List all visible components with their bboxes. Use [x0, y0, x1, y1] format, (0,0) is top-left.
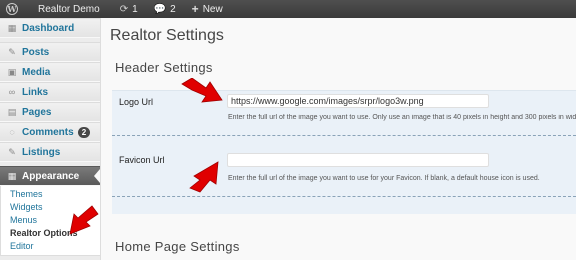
main-content: Realtor Settings Header Settings Logo Ur…: [101, 18, 576, 260]
media-icon: ▣: [7, 66, 17, 77]
favicon-url-label: Favicon Url: [119, 155, 165, 165]
new-label: New: [202, 3, 223, 15]
site-name: Realtor Demo: [38, 3, 100, 15]
menu-media[interactable]: ▣ Media: [0, 62, 100, 82]
field-divider: [112, 135, 576, 136]
menu-listings-label: Listings: [22, 146, 61, 158]
posts-icon: ✎: [8, 46, 16, 57]
menu-comments-label: Comments: [22, 126, 74, 138]
site-name-link[interactable]: Realtor Demo: [24, 0, 112, 18]
updates-icon: ⟳: [119, 3, 129, 15]
comments-link[interactable]: 💬 2: [146, 0, 184, 18]
field-divider: [112, 196, 576, 197]
menu-links-label: Links: [22, 86, 49, 98]
menu-appearance[interactable]: ▦ Appearance: [0, 166, 100, 186]
comments-menu-icon: ◌: [9, 127, 15, 137]
plus-icon: +: [191, 2, 199, 16]
menu-links[interactable]: ∞ Links: [0, 82, 100, 102]
comments-icon: 💬: [153, 3, 167, 15]
menu-media-label: Media: [22, 66, 51, 78]
menu-listings[interactable]: ✎ Listings: [0, 142, 100, 162]
pages-icon: ▤: [7, 106, 17, 117]
logo-url-label: Logo Url: [119, 97, 154, 107]
listings-icon: ✎: [8, 146, 16, 157]
links-icon: ∞: [8, 87, 16, 97]
arrow-annotation-icon: [189, 161, 219, 193]
updates-link[interactable]: ⟳ 1: [112, 0, 146, 18]
favicon-url-description: Enter the full url of the image you want…: [228, 175, 540, 182]
menu-posts-label: Posts: [22, 46, 50, 58]
menu-dashboard-label: Dashboard: [22, 22, 75, 34]
page-title: Realtor Settings: [110, 27, 224, 44]
comments-badge: 2: [77, 126, 91, 138]
submenu-themes[interactable]: Themes: [1, 188, 100, 201]
home-page-settings-heading: Home Page Settings: [115, 239, 240, 254]
menu-comments[interactable]: ◌ Comments 2: [0, 122, 100, 142]
menu-posts[interactable]: ✎ Posts: [0, 42, 100, 62]
appearance-icon: ▦: [7, 170, 17, 181]
new-content-link[interactable]: + New: [184, 0, 231, 18]
wordpress-logo-icon[interactable]: W: [0, 0, 24, 18]
dashboard-icon: ▦: [7, 22, 17, 33]
arrow-annotation-icon: [69, 205, 99, 235]
favicon-url-input[interactable]: [227, 153, 489, 167]
admin-bar: W Realtor Demo ⟳ 1 💬 2 + New: [0, 0, 576, 18]
logo-url-input[interactable]: [227, 94, 489, 108]
logo-url-description: Enter the full url of the image you want…: [228, 114, 576, 121]
updates-count: 1: [132, 3, 138, 15]
menu-pages-label: Pages: [22, 106, 52, 118]
submenu-editor[interactable]: Editor: [1, 240, 100, 253]
menu-pages[interactable]: ▤ Pages: [0, 102, 100, 122]
header-settings-heading: Header Settings: [115, 60, 213, 75]
arrow-annotation-icon: [181, 78, 223, 103]
menu-appearance-label: Appearance: [22, 170, 80, 182]
menu-dashboard[interactable]: ▦ Dashboard: [0, 18, 100, 38]
comments-count: 2: [170, 3, 176, 15]
